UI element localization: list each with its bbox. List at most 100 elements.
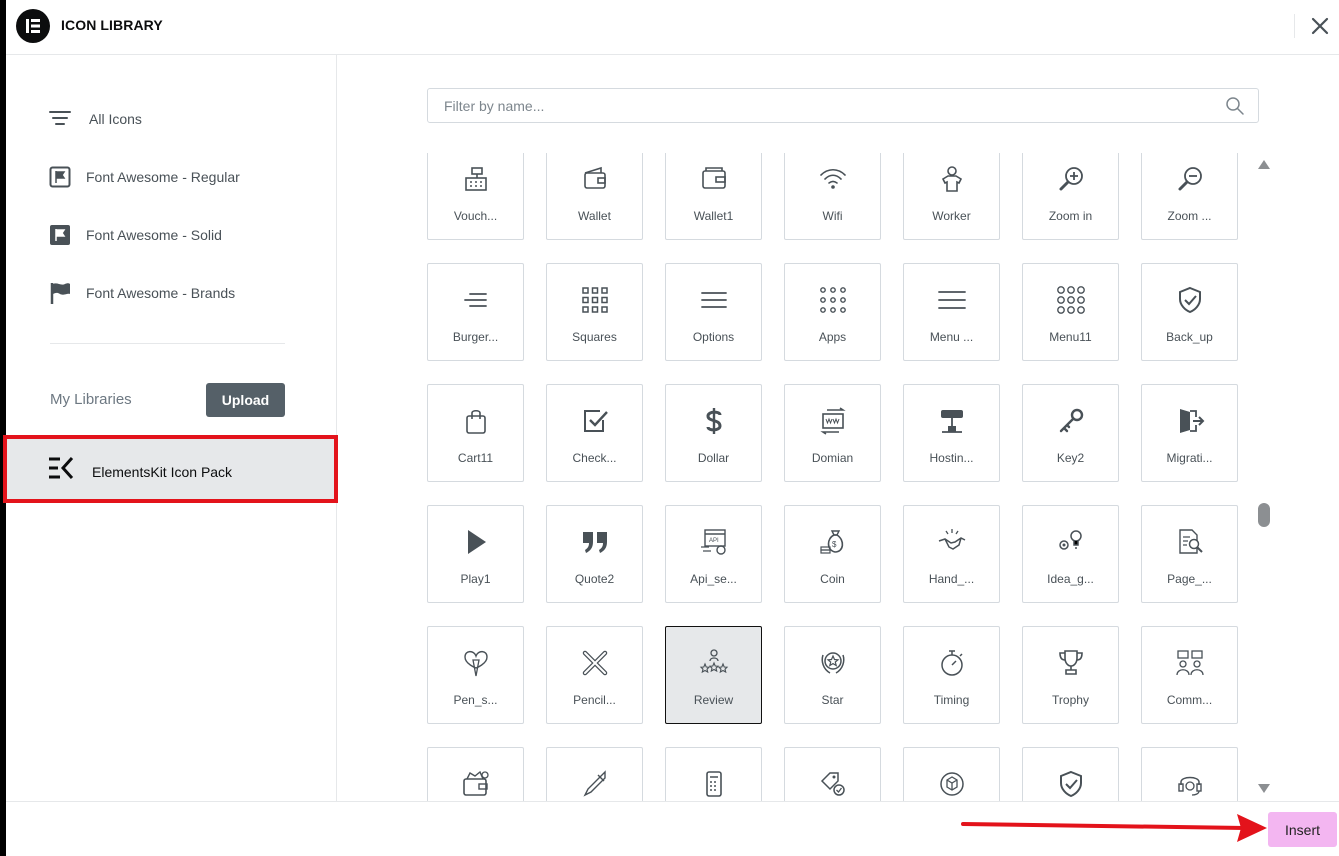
icon-tile-timing[interactable]: Timing [903, 626, 1000, 724]
icon-tile-back-up[interactable]: Back_up [1141, 263, 1238, 361]
icon-tile-vouch[interactable]: Vouch... [427, 153, 524, 240]
icon-tile-wallet1[interactable]: Wallet1 [665, 153, 762, 240]
icon-tile-worker[interactable]: Worker [903, 153, 1000, 240]
upload-button[interactable]: Upload [206, 383, 285, 417]
pencil-icon [582, 650, 608, 676]
scroll-up-arrow-icon[interactable] [1257, 158, 1271, 170]
sidebar-item-fa-solid[interactable]: Font Awesome - Solid [6, 215, 337, 255]
icon-tile-label: Wallet [578, 209, 611, 223]
icon-tile-menu[interactable]: Menu ... [903, 263, 1000, 361]
search-box [427, 88, 1259, 123]
icon-tile-label: Review [693, 693, 734, 707]
icon-tile-idea-g[interactable]: Idea_g... [1022, 505, 1119, 603]
icon-tile-star[interactable]: Star [784, 626, 881, 724]
icon-tile-label: Quote2 [574, 572, 615, 586]
timing-icon [941, 650, 963, 676]
zoom-in-icon [1059, 167, 1083, 191]
icon-tile-row7-5[interactable] [1022, 747, 1119, 801]
review-icon [699, 649, 729, 674]
icon-tile-dollar[interactable]: Dollar [665, 384, 762, 482]
icon-tile-label: Zoom ... [1167, 209, 1212, 223]
annotation-arrow-icon [961, 814, 1267, 842]
sidebar-item-fa-regular[interactable]: Font Awesome - Regular [6, 157, 337, 197]
icon-tile-row7-6[interactable] [1141, 747, 1238, 801]
icon-tile-zoom-in[interactable]: Zoom in [1022, 153, 1119, 240]
icon-tile-comm[interactable]: Comm... [1141, 626, 1238, 724]
idea-g-icon [1059, 530, 1082, 550]
icon-tile-trophy[interactable]: Trophy [1022, 626, 1119, 724]
icon-tile-hand[interactable]: Hand_... [903, 505, 1000, 603]
close-icon[interactable] [1306, 12, 1334, 40]
row7-0-icon [463, 770, 489, 796]
search-input[interactable] [428, 89, 1218, 122]
row7-4-icon [940, 772, 964, 796]
icon-tile-wallet[interactable]: Wallet [546, 153, 643, 240]
sidebar-item-elementskit-icon-pack[interactable]: ElementsKit Icon Pack [3, 435, 338, 503]
burger-icon [464, 293, 487, 307]
sidebar-item-all-icons[interactable]: All Icons [6, 99, 337, 139]
icon-tile-play1[interactable]: Play1 [427, 505, 524, 603]
vouch-icon [465, 167, 487, 191]
icon-tile-label: Pencil... [573, 693, 616, 707]
sidebar-item-label: Font Awesome - Brands [86, 285, 236, 301]
icon-tile-hostin[interactable]: Hostin... [903, 384, 1000, 482]
menu11-icon [1057, 286, 1085, 314]
icon-tile-label: Page_... [1167, 572, 1212, 586]
icon-tile-label: Hand_... [928, 572, 975, 586]
icon-grid: Vouch... Wallet Wallet1 Wifi Worker Zoom in Zo… [427, 153, 1238, 801]
icon-tile-label: Cart11 [457, 451, 494, 465]
comm-icon [1176, 650, 1204, 676]
icon-tile-pen-s[interactable]: Pen_s... [427, 626, 524, 724]
icon-tile-options[interactable]: Options [665, 263, 762, 361]
icon-tile-label: Hostin... [929, 451, 974, 465]
icon-tile-label: Idea_g... [1047, 572, 1094, 586]
icon-tile-coin[interactable]: $ Coin [784, 505, 881, 603]
icon-tile-label: Star [821, 693, 844, 707]
icon-tile-label: Wifi [822, 209, 843, 223]
options-icon [701, 292, 727, 308]
icon-tile-row7-1[interactable] [546, 747, 643, 801]
search-icon[interactable] [1225, 96, 1245, 116]
icon-tile-domian[interactable]: Domian [784, 384, 881, 482]
icon-tile-row7-0[interactable] [427, 747, 524, 801]
icon-tile-menu11[interactable]: Menu11 [1022, 263, 1119, 361]
icon-tile-api-se[interactable]: API Api_se... [665, 505, 762, 603]
elementskit-logo-icon [49, 456, 74, 480]
sidebar-item-fa-brands[interactable]: Font Awesome - Brands [6, 273, 337, 313]
scroll-down-arrow-icon[interactable] [1257, 783, 1271, 795]
sidebar-divider [50, 343, 285, 344]
icon-tile-review[interactable]: Review [665, 626, 762, 724]
insert-button[interactable]: Insert [1268, 812, 1337, 847]
icon-tile-check[interactable]: Check... [546, 384, 643, 482]
modal-header: ICON LIBRARY [6, 0, 1339, 55]
icon-tile-migrati[interactable]: Migrati... [1141, 384, 1238, 482]
icon-tile-zoom[interactable]: Zoom ... [1141, 153, 1238, 240]
api-se-icon: API [701, 529, 726, 555]
icon-tile-label: Migrati... [1166, 451, 1213, 465]
icon-tile-quote2[interactable]: Quote2 [546, 505, 643, 603]
icon-tile-label: Apps [818, 330, 847, 344]
icon-tile-row7-3[interactable] [784, 747, 881, 801]
hostin-icon [941, 410, 963, 433]
icon-tile-label: Comm... [1166, 693, 1213, 707]
scrollbar-thumb[interactable] [1258, 503, 1270, 527]
icon-tile-key2[interactable]: Key2 [1022, 384, 1119, 482]
icon-tile-row7-2[interactable] [665, 747, 762, 801]
icon-tile-apps[interactable]: Apps [784, 263, 881, 361]
icon-tile-burger[interactable]: Burger... [427, 263, 524, 361]
icon-tile-page[interactable]: Page_... [1141, 505, 1238, 603]
sidebar-item-label: Font Awesome - Solid [86, 227, 222, 243]
icon-tile-row7-4[interactable] [903, 747, 1000, 801]
icon-tile-wifi[interactable]: Wifi [784, 153, 881, 240]
icon-tile-label: Menu ... [929, 330, 974, 344]
icon-tile-squares[interactable]: Squares [546, 263, 643, 361]
migrati-icon [1180, 409, 1205, 433]
icon-tile-cart11[interactable]: Cart11 [427, 384, 524, 482]
icon-tile-label: Burger... [452, 330, 499, 344]
header-separator [1294, 14, 1295, 38]
icon-tile-pencil[interactable]: Pencil... [546, 626, 643, 724]
icon-tile-label: Options [692, 330, 735, 344]
elementor-logo-icon [16, 9, 50, 43]
icon-tile-label: Check... [572, 451, 617, 465]
sidebar-item-label: All Icons [89, 111, 142, 127]
